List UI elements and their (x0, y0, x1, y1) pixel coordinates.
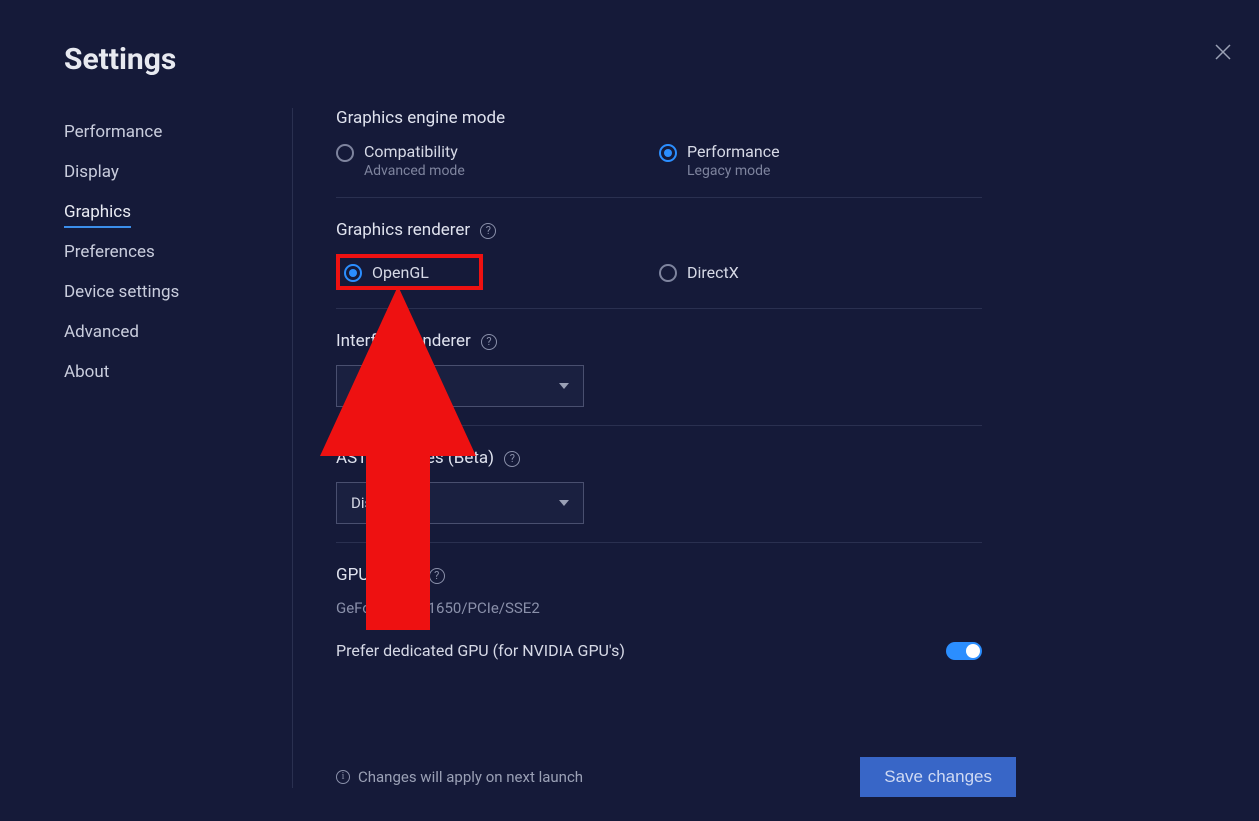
select-value: Auto (351, 377, 382, 395)
radio-label: Compatibility (364, 142, 465, 161)
gpu-heading: GPU in use ? (336, 565, 982, 585)
radio-directx[interactable]: DirectX (659, 254, 982, 290)
settings-sidebar: Performance Display Graphics Preferences… (64, 112, 294, 392)
section-divider (336, 197, 982, 198)
save-changes-button[interactable]: Save changes (860, 757, 1016, 797)
astc-heading-text: ASTC textures (Beta) (336, 448, 494, 468)
sidebar-item-label: Performance (64, 122, 162, 142)
gpu-heading-text: GPU in use (336, 565, 418, 585)
renderer-heading-text: Graphics renderer (336, 220, 470, 240)
toggle-knob (966, 644, 980, 658)
help-icon[interactable]: ? (481, 334, 497, 350)
footer-info: i Changes will apply on next launch (336, 768, 583, 786)
section-divider (336, 308, 982, 309)
sidebar-item-preferences[interactable]: Preferences (64, 232, 294, 272)
interface-renderer-select[interactable]: Auto (336, 365, 584, 407)
sidebar-item-device-settings[interactable]: Device settings (64, 272, 294, 312)
radio-label: Performance (687, 142, 780, 161)
radio-compatibility[interactable]: Compatibility Advanced mode (336, 142, 659, 179)
astc-heading: ASTC textures (Beta) ? (336, 448, 982, 468)
radio-icon (344, 264, 362, 282)
radio-sublabel: Advanced mode (364, 163, 465, 179)
sidebar-item-label: About (64, 362, 109, 382)
help-icon[interactable]: ? (480, 223, 496, 239)
astc-select[interactable]: Disabled (336, 482, 584, 524)
interface-renderer-heading-text: Interface renderer (336, 331, 471, 351)
chevron-down-icon (559, 383, 569, 389)
sidebar-item-label: Graphics (64, 202, 131, 228)
radio-performance[interactable]: Performance Legacy mode (659, 142, 982, 179)
help-icon[interactable]: ? (504, 451, 520, 467)
prefer-gpu-label: Prefer dedicated GPU (for NVIDIA GPU's) (336, 641, 625, 660)
footer: i Changes will apply on next launch Save… (336, 757, 1016, 797)
interface-renderer-heading: Interface renderer ? (336, 331, 982, 351)
footer-info-text: Changes will apply on next launch (358, 768, 583, 786)
sidebar-item-label: Preferences (64, 242, 155, 262)
help-icon[interactable]: ? (429, 568, 445, 584)
sidebar-item-advanced[interactable]: Advanced (64, 312, 294, 352)
gpu-value: GeForce GTX 1650/PCIe/SSE2 (336, 599, 982, 617)
renderer-heading: Graphics renderer ? (336, 220, 982, 240)
sidebar-item-label: Advanced (64, 322, 139, 342)
radio-label: OpenGL (372, 263, 429, 282)
sidebar-item-label: Display (64, 162, 119, 182)
radio-opengl[interactable]: OpenGL (336, 254, 483, 290)
close-button[interactable] (1211, 40, 1235, 64)
page-title: Settings (64, 42, 176, 77)
sidebar-item-graphics[interactable]: Graphics (64, 192, 294, 232)
radio-icon (336, 144, 354, 162)
sidebar-divider (292, 108, 293, 788)
radio-sublabel: Legacy mode (687, 163, 780, 179)
section-divider (336, 542, 982, 543)
engine-mode-heading: Graphics engine mode (336, 108, 982, 128)
sidebar-item-label: Device settings (64, 282, 179, 302)
radio-icon (659, 144, 677, 162)
section-divider (336, 425, 982, 426)
info-icon: i (336, 770, 350, 784)
prefer-gpu-toggle[interactable] (946, 642, 982, 660)
chevron-down-icon (559, 500, 569, 506)
sidebar-item-about[interactable]: About (64, 352, 294, 392)
settings-content: Graphics engine mode Compatibility Advan… (336, 108, 982, 660)
radio-label: DirectX (687, 263, 739, 282)
select-value: Disabled (351, 494, 409, 512)
sidebar-item-display[interactable]: Display (64, 152, 294, 192)
sidebar-item-performance[interactable]: Performance (64, 112, 294, 152)
radio-icon (659, 264, 677, 282)
